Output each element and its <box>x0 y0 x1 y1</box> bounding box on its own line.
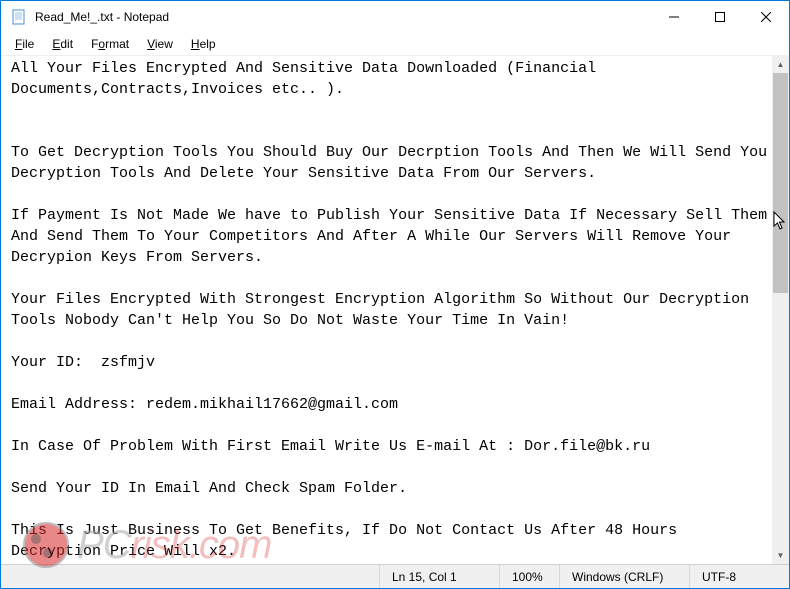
scroll-up-arrow[interactable]: ▲ <box>772 56 789 73</box>
menu-file[interactable]: File <box>7 35 42 53</box>
menu-format[interactable]: Format <box>83 35 137 53</box>
menu-view[interactable]: View <box>139 35 181 53</box>
text-editor[interactable]: All Your Files Encrypted And Sensitive D… <box>1 56 772 564</box>
window-controls <box>651 1 789 33</box>
status-line-ending: Windows (CRLF) <box>559 565 689 588</box>
statusbar: Ln 15, Col 1 100% Windows (CRLF) UTF-8 <box>1 564 789 588</box>
status-encoding: UTF-8 <box>689 565 789 588</box>
content-area: All Your Files Encrypted And Sensitive D… <box>1 55 789 564</box>
vertical-scrollbar[interactable]: ▲ ▼ <box>772 56 789 564</box>
notepad-window: Read_Me!_.txt - Notepad File Edit Format… <box>0 0 790 589</box>
window-title: Read_Me!_.txt - Notepad <box>35 10 651 24</box>
titlebar[interactable]: Read_Me!_.txt - Notepad <box>1 1 789 33</box>
menubar: File Edit Format View Help <box>1 33 789 55</box>
minimize-button[interactable] <box>651 1 697 33</box>
status-position: Ln 15, Col 1 <box>379 565 499 588</box>
menu-edit[interactable]: Edit <box>44 35 81 53</box>
scroll-thumb[interactable] <box>773 73 788 293</box>
maximize-button[interactable] <box>697 1 743 33</box>
close-button[interactable] <box>743 1 789 33</box>
menu-help[interactable]: Help <box>183 35 224 53</box>
scroll-down-arrow[interactable]: ▼ <box>772 547 789 564</box>
status-zoom: 100% <box>499 565 559 588</box>
document-body: All Your Files Encrypted And Sensitive D… <box>11 60 772 560</box>
notepad-icon <box>11 9 27 25</box>
